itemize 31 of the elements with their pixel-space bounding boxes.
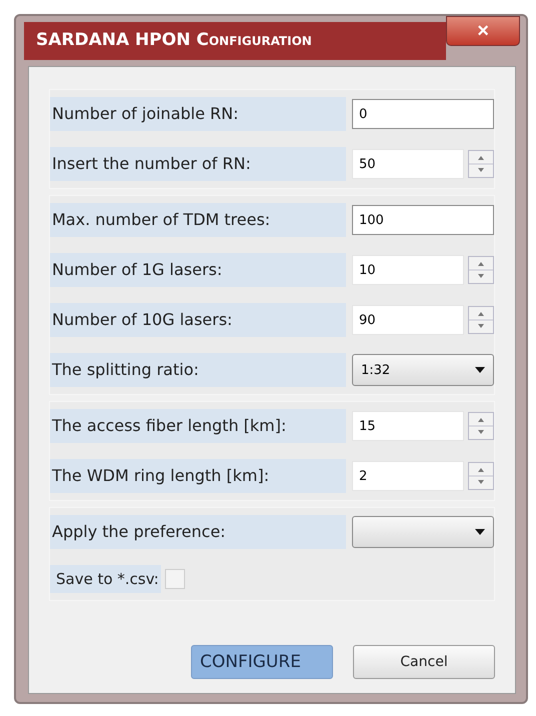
spin-field[interactable]: 10	[352, 255, 464, 285]
dropdown[interactable]: 1:32	[352, 354, 494, 386]
field-label: The splitting ratio:	[50, 353, 346, 387]
spin-field[interactable]: 90	[352, 305, 464, 335]
spin-field[interactable]: 15	[352, 411, 464, 441]
checkbox[interactable]	[164, 569, 185, 589]
spin-field[interactable]: 50	[352, 149, 464, 179]
field-label: Apply the preference:	[50, 515, 346, 549]
spin-buttons[interactable]	[468, 412, 494, 440]
configure-button[interactable]: CONFIGURE	[191, 645, 333, 679]
close-button[interactable]: ×	[446, 16, 520, 46]
field-label: Insert the number of RN:	[50, 147, 346, 181]
field-label: Number of 10G lasers:	[50, 303, 346, 337]
input-field[interactable]: 0	[352, 99, 494, 129]
input-field[interactable]: 100	[352, 205, 494, 235]
field-label: Max. number of TDM trees:	[50, 203, 346, 237]
spin-buttons[interactable]	[468, 462, 494, 490]
spin-buttons[interactable]	[468, 150, 494, 178]
spin-buttons[interactable]	[468, 306, 494, 334]
field-label: Save to *.csv:	[50, 565, 161, 593]
window-title: SARDANA HPON Configuration	[24, 22, 446, 60]
field-label: Number of 1G lasers:	[50, 253, 346, 287]
field-label: The WDM ring length [km]:	[50, 459, 346, 493]
field-label: Number of joinable RN:	[50, 97, 346, 131]
spin-field[interactable]: 2	[352, 461, 464, 491]
field-label: The access fiber length [km]:	[50, 409, 346, 443]
spin-buttons[interactable]	[468, 256, 494, 284]
cancel-button[interactable]: Cancel	[353, 645, 495, 679]
dropdown[interactable]	[352, 516, 494, 548]
caret-icon	[475, 529, 485, 535]
caret-icon	[475, 367, 485, 373]
